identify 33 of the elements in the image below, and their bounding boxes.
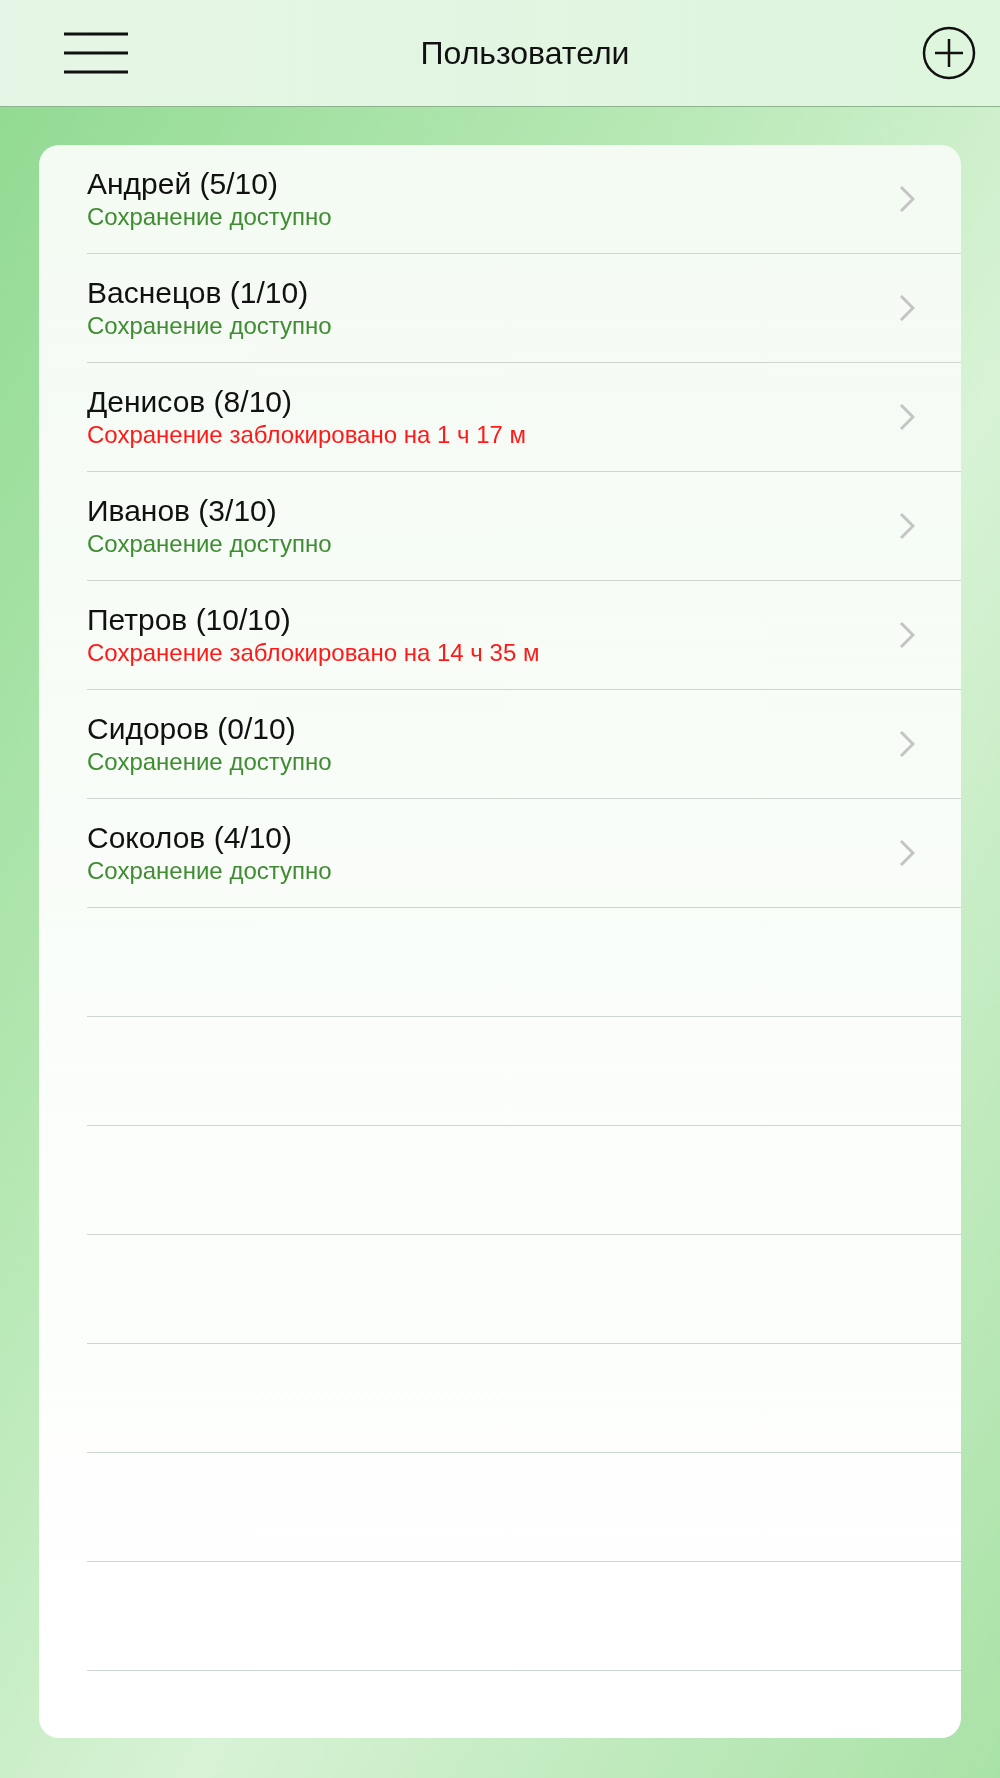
user-name: Иванов (3/10): [87, 494, 278, 528]
chevron-right-icon: [899, 730, 915, 758]
user-name: Васнецов (1/10): [87, 276, 310, 310]
chevron-right-icon: [899, 512, 915, 540]
chevron-right-icon: [899, 621, 915, 649]
chevron-right-icon: [899, 185, 915, 213]
chevron-right-icon: [899, 403, 915, 431]
menu-icon: [64, 32, 128, 74]
user-row[interactable]: Сидоров (0/10) Сохранение доступно: [87, 690, 961, 799]
save-status: Сохранение заблокировано на 14 ч 35 м: [87, 639, 540, 667]
chevron-right-icon: [899, 294, 915, 322]
save-status: Сохранение доступно: [87, 312, 332, 340]
save-status: Сохранение доступно: [87, 203, 332, 231]
user-name: Сидоров (0/10): [87, 712, 297, 746]
user-row[interactable]: Васнецов (1/10) Сохранение доступно: [87, 254, 961, 363]
user-row[interactable]: Иванов (3/10) Сохранение доступно: [87, 472, 961, 581]
save-status: Сохранение доступно: [87, 530, 332, 558]
user-row[interactable]: Петров (10/10) Сохранение заблокировано на 14 ч 35 м: [87, 581, 961, 690]
user-row[interactable]: Денисов (8/10) Сохранение заблокировано на 1 ч 17 м: [87, 363, 961, 472]
screen-title: Пользователи: [420, 34, 630, 72]
menu-button[interactable]: [64, 32, 128, 74]
user-name: Андрей (5/10): [87, 167, 279, 201]
save-status: Сохранение доступно: [87, 748, 332, 776]
user-name: Денисов (8/10): [87, 385, 293, 419]
save-status: Сохранение доступно: [87, 857, 332, 885]
plus-circle-icon: [922, 26, 976, 80]
add-button[interactable]: [922, 26, 976, 80]
save-status: Сохранение заблокировано на 1 ч 17 м: [87, 421, 527, 449]
chevron-right-icon: [899, 839, 915, 867]
user-name: Соколов (4/10): [87, 821, 293, 855]
user-row[interactable]: Андрей (5/10) Сохранение доступно: [87, 145, 961, 254]
user-name: Петров (10/10): [87, 603, 292, 637]
user-row[interactable]: Соколов (4/10) Сохранение доступно: [87, 799, 961, 908]
